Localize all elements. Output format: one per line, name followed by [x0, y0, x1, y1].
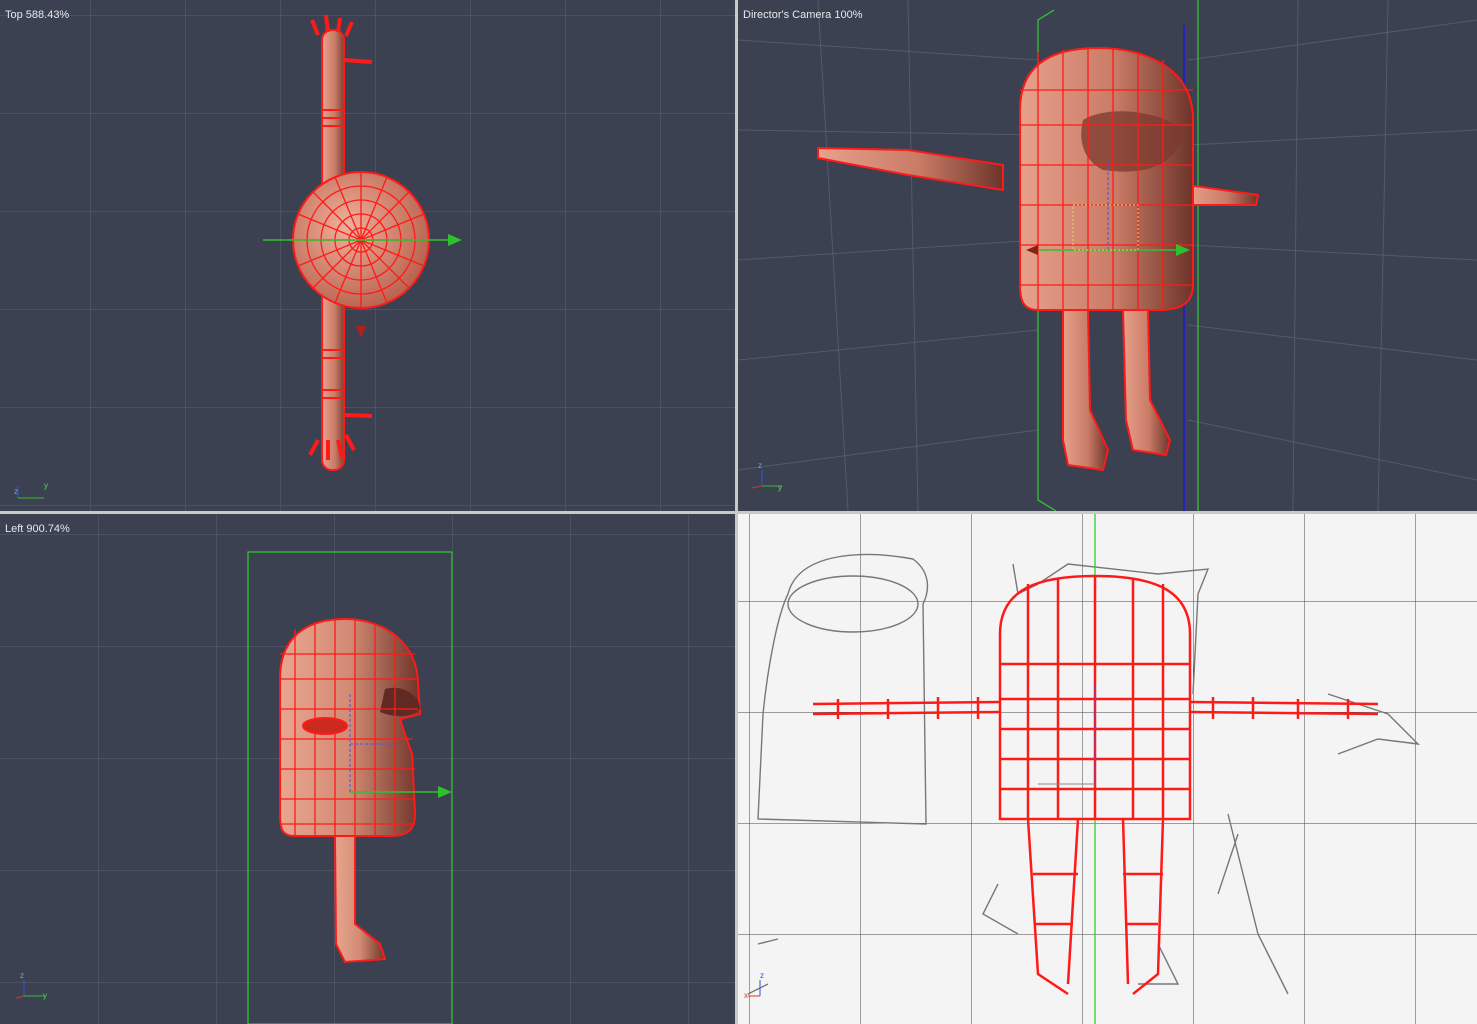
viewport-left[interactable]: Left 900.74% z y [0, 514, 735, 1024]
axis-indicator-camera: z y [748, 462, 788, 492]
axis-z-label: z [758, 461, 762, 470]
viewport-top[interactable]: Top 588.43% z y [0, 0, 735, 511]
viewport-camera-scene[interactable] [738, 0, 1477, 511]
axis-indicator-left: z y [10, 970, 50, 1000]
viewport-left-label[interactable]: Left 900.74% [5, 523, 70, 535]
axis-indicator-front: z x [742, 970, 782, 1000]
viewport-directors-camera[interactable]: Director's Camera 100% z y [738, 0, 1477, 511]
axis-z-label: z [760, 971, 764, 980]
viewport-front-sketch[interactable]: z x [738, 514, 1477, 1024]
viewport-left-scene[interactable] [0, 514, 735, 1024]
axis-z-label: z [20, 971, 24, 980]
axis-y-label: y [43, 991, 47, 1000]
viewport-top-scene[interactable] [0, 0, 735, 511]
viewport-camera-label[interactable]: Director's Camera 100% [743, 9, 862, 21]
viewport-front-scene[interactable] [738, 514, 1477, 1024]
axis-x-label: x [744, 991, 748, 1000]
axis-z-label: z [14, 487, 18, 496]
axis-y-label: y [778, 483, 782, 492]
viewport-top-label[interactable]: Top 588.43% [5, 9, 69, 21]
axis-y-label: y [44, 481, 48, 490]
axis-indicator-top: z y [10, 478, 50, 508]
